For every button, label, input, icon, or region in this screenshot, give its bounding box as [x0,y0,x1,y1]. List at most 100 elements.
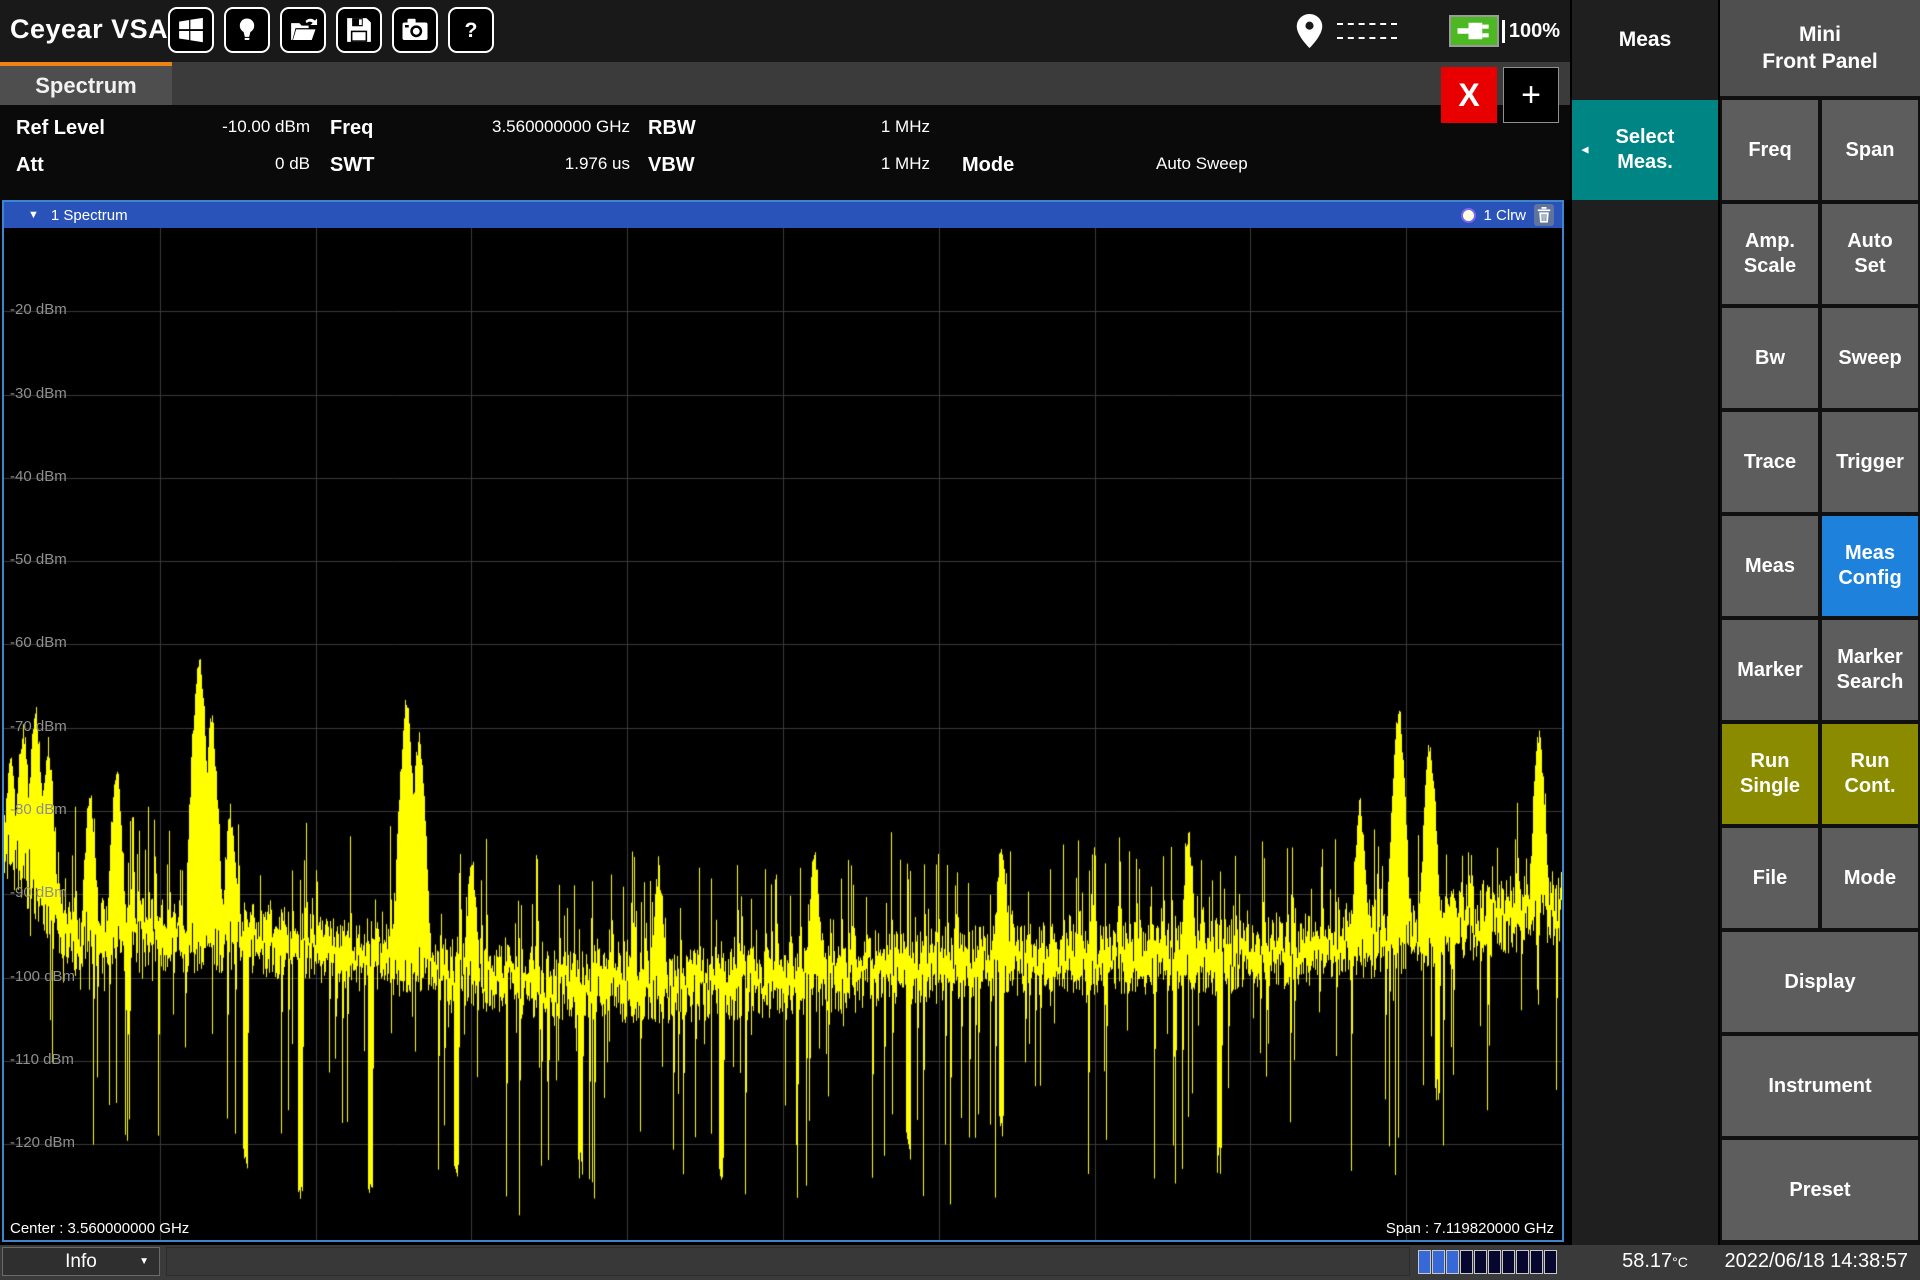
progress-segment [1460,1250,1473,1274]
progress-segment [1418,1250,1431,1274]
panel-button-auto-set[interactable]: Auto Set [1822,204,1918,304]
spectrum-canvas[interactable] [4,228,1562,1240]
open-file-icon-button[interactable] [280,7,326,53]
panel-button-run-cont[interactable]: Run Cont. [1822,724,1918,824]
bulb-icon-button[interactable] [224,7,270,53]
titlebar-status: 100% [1296,0,1560,62]
app-root: Ceyear VSA ? 100% Spectrum X + Ref Level… [0,0,1920,1280]
tab-spectrum[interactable]: Spectrum [0,62,172,105]
panel-button-trigger[interactable]: Trigger [1822,412,1918,512]
ref-level-label[interactable]: Ref Level [16,117,105,140]
tab-spectrum-label: Spectrum [35,73,136,99]
window-title: 1 Spectrum [51,207,128,224]
panel-button-marker[interactable]: Marker [1722,620,1818,720]
trace-mode-label[interactable]: 1 Clrw [1483,207,1526,224]
select-meas-button[interactable]: ◄ Select Meas. [1572,100,1718,200]
panel-button-display[interactable]: Display [1722,932,1918,1032]
progress-segment [1530,1250,1543,1274]
temperature-value: 58.17 [1622,1250,1672,1272]
windows-icon [176,15,206,45]
screenshot-icon-button[interactable] [392,7,438,53]
meas-menu-header: Meas [1572,0,1718,80]
progress-segment [1446,1250,1459,1274]
vbw-value[interactable]: 1 MHz [730,154,930,174]
collapse-menu-arrow-icon: ◄ [1579,143,1591,158]
windows-icon-button[interactable] [168,7,214,53]
panel-button-trace[interactable]: Trace [1722,412,1818,512]
svg-text:?: ? [465,18,478,42]
swt-label[interactable]: SWT [330,154,374,177]
panel-button-meas-config[interactable]: Meas Config [1822,516,1918,616]
progress-segment [1474,1250,1487,1274]
delete-trace-button[interactable] [1534,204,1554,226]
mode-value[interactable]: Auto Sweep [1156,154,1248,174]
titlebar-icon-list: ? [168,7,494,53]
datetime-readout: 2022/06/18 14:38:57 [1724,1250,1908,1273]
panel-button-amp-scale[interactable]: Amp. Scale [1722,204,1818,304]
collapse-window-icon[interactable]: ▼ [28,209,39,221]
panel-button-marker-search[interactable]: Marker Search [1822,620,1918,720]
freq-label[interactable]: Freq [330,117,373,140]
help-icon-button[interactable]: ? [448,7,494,53]
progress-segment [1488,1250,1501,1274]
app-title: Ceyear VSA [10,14,168,45]
progress-segment [1544,1250,1557,1274]
mode-label[interactable]: Mode [962,154,1014,177]
bulb-icon [232,15,262,45]
titlebar: Ceyear VSA ? 100% [0,0,1570,62]
info-dropdown-label: Info [65,1251,97,1273]
panel-button-sweep[interactable]: Sweep [1822,308,1918,408]
temperature-readout: 58.17°C [1590,1250,1720,1273]
panel-button-span[interactable]: Span [1822,100,1918,200]
temperature-unit: °C [1672,1254,1688,1270]
trace-indicator-icon[interactable] [1461,208,1476,223]
screenshot-icon [400,15,430,45]
rbw-value[interactable]: 1 MHz [730,117,930,137]
att-label[interactable]: Att [16,154,44,177]
center-frequency-label: Center : 3.560000000 GHz [10,1220,189,1237]
progress-segment [1516,1250,1529,1274]
freq-value[interactable]: 3.560000000 GHz [400,117,630,137]
message-area [166,1247,1410,1276]
gps-status-lines [1337,17,1397,45]
info-dropdown[interactable]: Info ▼ [2,1247,160,1276]
front-panel-grid: FreqSpanAmp. ScaleAuto SetBwSweepTraceTr… [1722,100,1918,1240]
location-pin-icon [1296,14,1323,48]
span-frequency-label: Span : 7.119820000 GHz [1386,1220,1554,1237]
chevron-down-icon: ▼ [139,1256,149,1267]
spectrum-window-header: ▼ 1 Spectrum 1 Clrw [4,202,1562,228]
spectrum-window: ▼ 1 Spectrum 1 Clrw -20 dBm-30 dBm-40 dB… [2,200,1564,1242]
panel-button-bw[interactable]: Bw [1722,308,1818,408]
battery-percent: 100% [1502,20,1560,43]
close-tab-button[interactable]: X [1441,67,1497,123]
save-icon [344,15,374,45]
panel-button-mode[interactable]: Mode [1822,828,1918,928]
bottom-bar: Info ▼ 58.17°C 2022/06/18 14:38:57 [0,1245,1920,1280]
mini-front-panel-title: Mini Front Panel [1720,0,1920,96]
panel-button-file[interactable]: File [1722,828,1818,928]
panel-button-instrument[interactable]: Instrument [1722,1036,1918,1136]
meas-menu-column: Meas ◄ Select Meas. [1572,0,1718,1245]
panel-button-preset[interactable]: Preset [1722,1140,1918,1240]
progress-segment [1432,1250,1445,1274]
battery-icon [1449,15,1499,47]
save-icon-button[interactable] [336,7,382,53]
progress-bar [1418,1250,1557,1274]
mini-front-panel: Mini Front Panel FreqSpanAmp. ScaleAuto … [1720,0,1920,1245]
swt-value[interactable]: 1.976 us [400,154,630,174]
panel-button-freq[interactable]: Freq [1722,100,1818,200]
rbw-label[interactable]: RBW [648,117,696,140]
panel-button-run-single[interactable]: Run Single [1722,724,1818,824]
add-tab-button[interactable]: + [1503,67,1559,123]
help-icon: ? [456,15,486,45]
select-meas-label: Select Meas. [1616,125,1675,175]
chart-area: -20 dBm-30 dBm-40 dBm-50 dBm-60 dBm-70 d… [4,228,1562,1240]
ref-level-value[interactable]: -10.00 dBm [120,117,310,137]
progress-segment [1502,1250,1515,1274]
panel-button-meas[interactable]: Meas [1722,516,1818,616]
vbw-label[interactable]: VBW [648,154,695,177]
open-file-icon [288,15,318,45]
trash-icon [1537,207,1551,223]
att-value[interactable]: 0 dB [120,154,310,174]
tab-bar: Spectrum [0,62,1570,105]
